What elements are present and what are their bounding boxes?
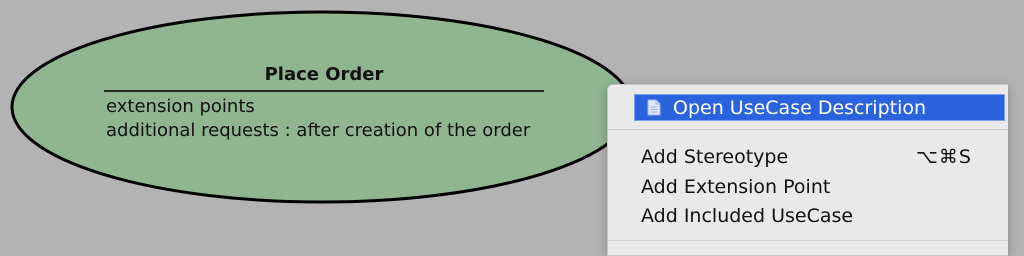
extension-point-item[interactable]: additional requests : after creation of … (106, 120, 530, 142)
usecase-name[interactable]: Place Order (104, 64, 544, 86)
menu-item-shortcut: ⌥⌘S (916, 146, 972, 168)
menu-item-label: Open UseCase Description (673, 97, 927, 119)
menu-item-label: Add Included UseCase (641, 205, 854, 227)
menu-item-add-extension-point[interactable]: Add Extension Point (608, 174, 1008, 200)
extension-points-header: extension points (106, 96, 255, 117)
menu-item-open-usecase-description[interactable]: Open UseCase Description (634, 94, 1005, 121)
menu-item-add-stereotype[interactable]: Add Stereotype ⌥⌘S (608, 144, 1008, 170)
menu-item-label: Add Extension Point (641, 176, 831, 198)
context-menu: Open UseCase Description Add Stereotype … (607, 84, 1008, 256)
usecase-ellipse[interactable] (10, 10, 634, 204)
menu-item-label: Add Stereotype (641, 146, 789, 168)
menu-separator (608, 240, 1008, 241)
menu-separator (608, 129, 1008, 130)
menu-item-add-included-usecase[interactable]: Add Included UseCase (608, 203, 1008, 229)
document-icon (647, 99, 661, 116)
